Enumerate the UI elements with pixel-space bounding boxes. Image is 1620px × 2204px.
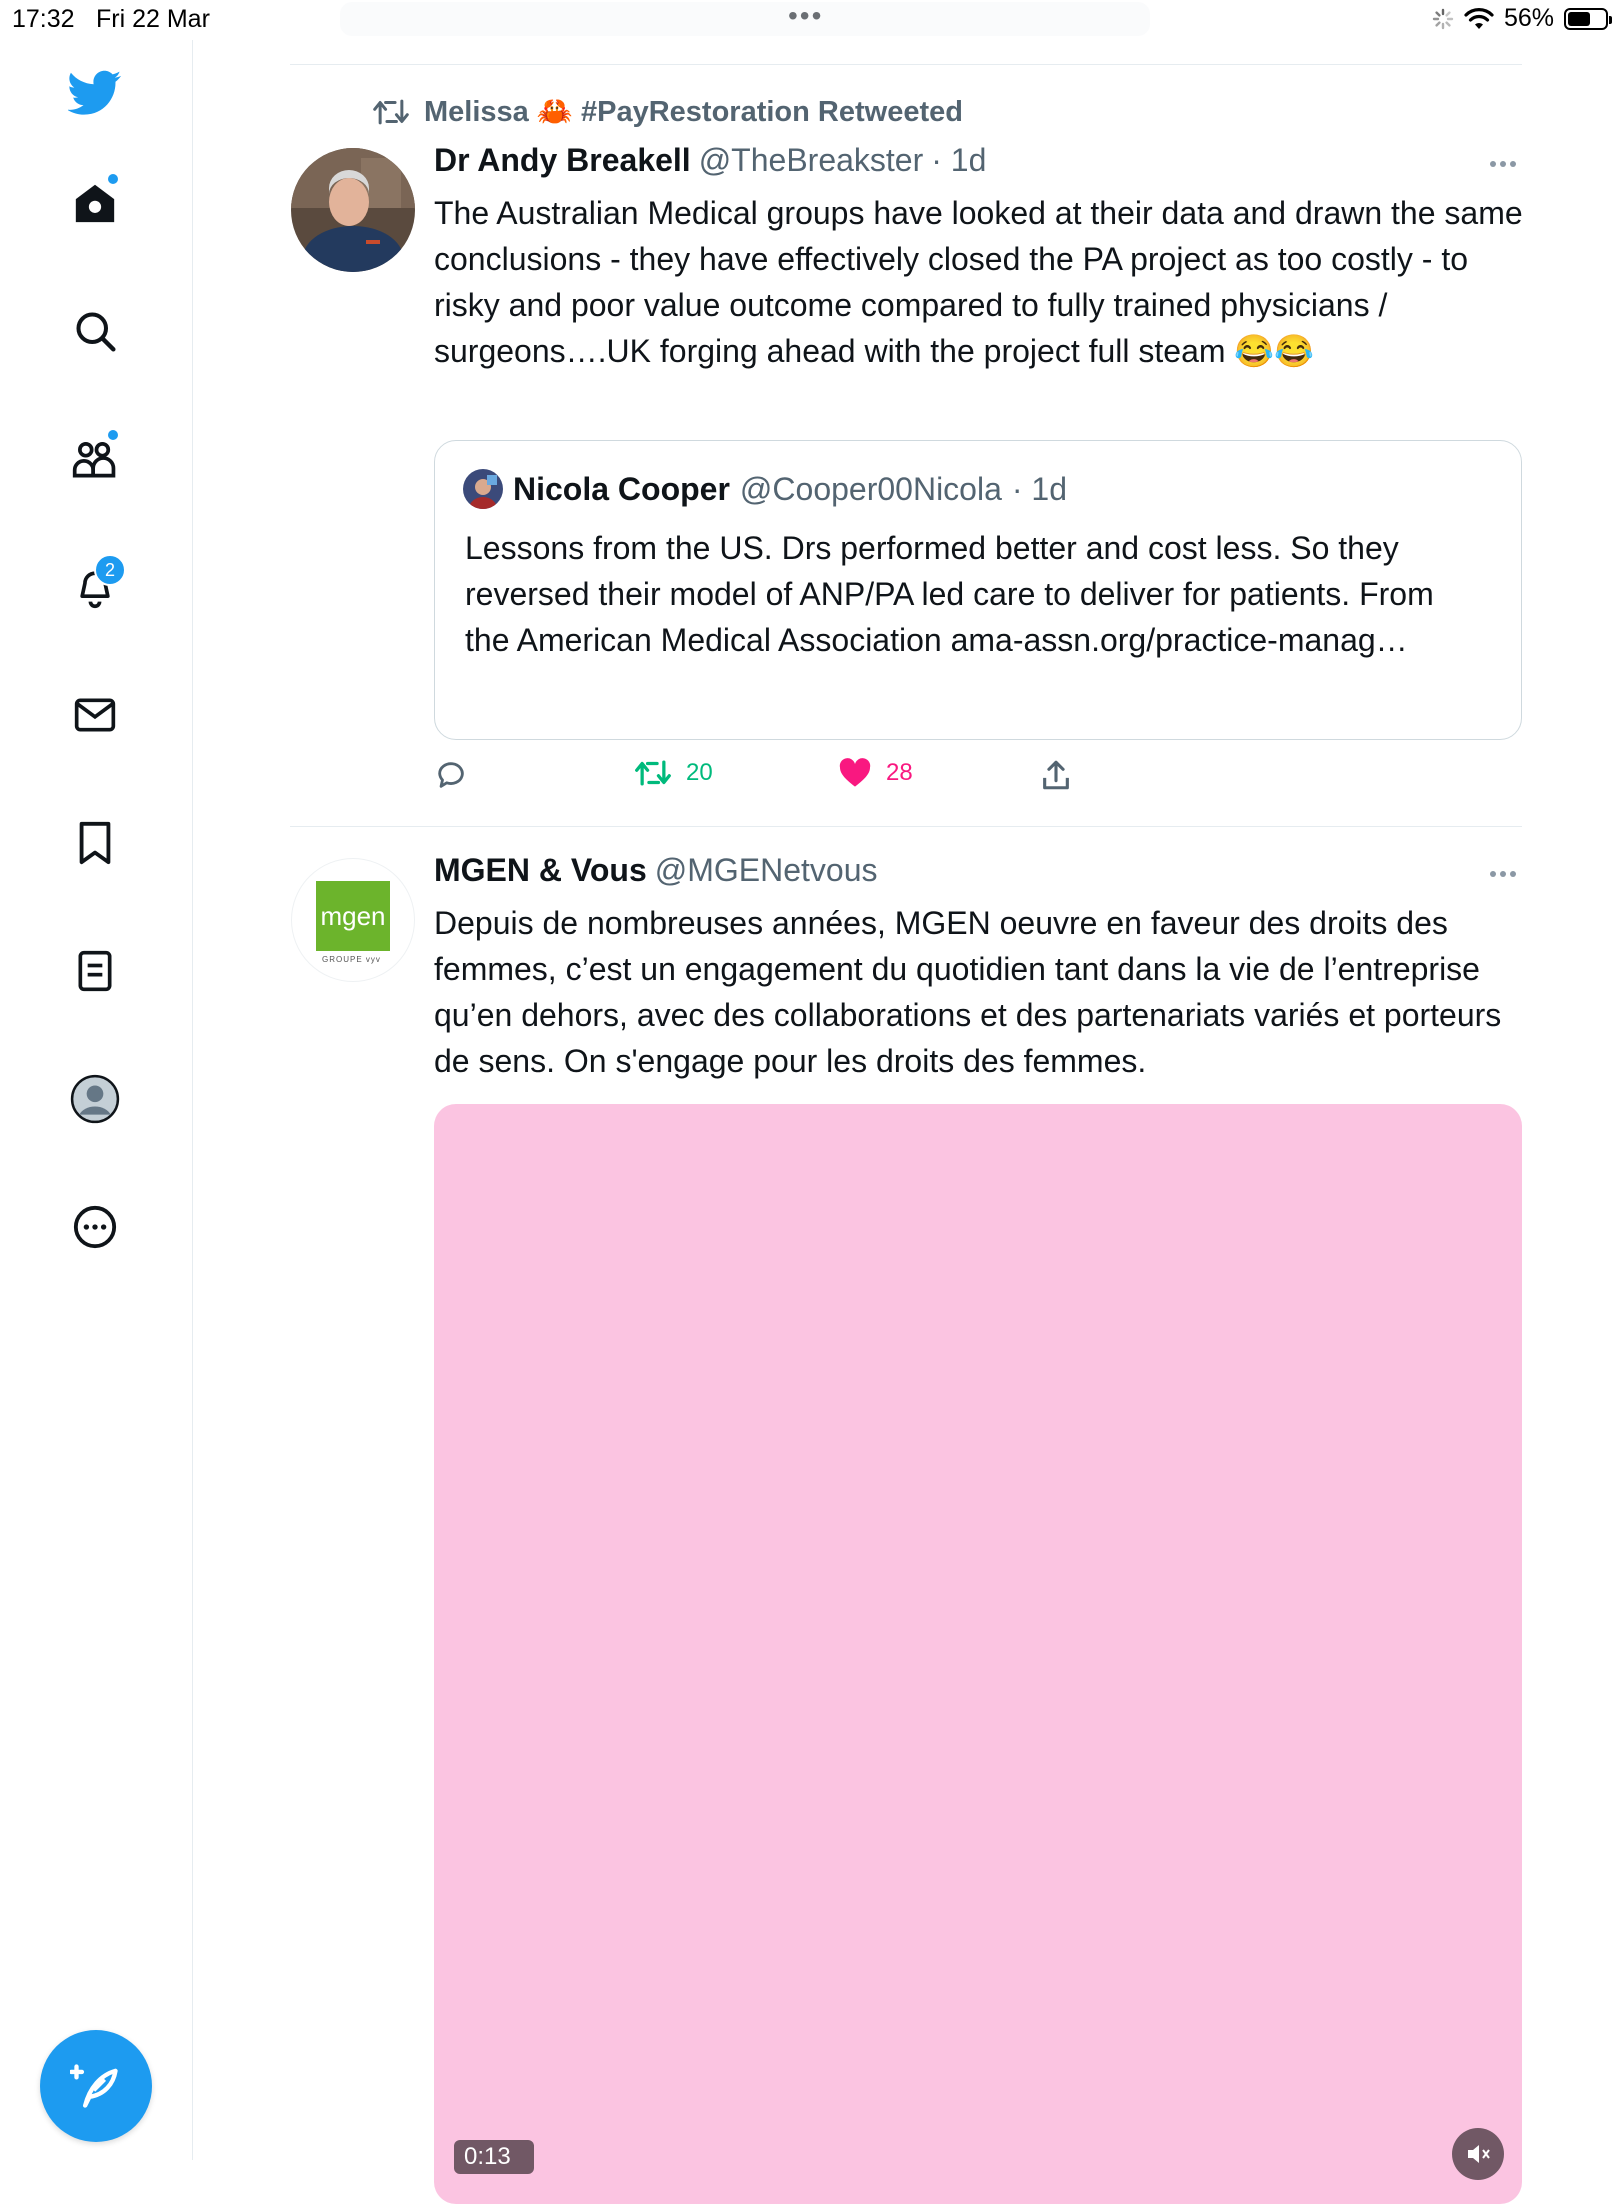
quote-author-name[interactable]: Nicola Cooper: [513, 471, 730, 508]
home-icon[interactable]: [66, 174, 124, 232]
retweet-icon: [635, 760, 671, 786]
multitasking-bar: [340, 2, 1150, 36]
avatar-mgen[interactable]: mgen GROUPE vyv: [291, 858, 415, 982]
mgen-logo-text: mgen: [320, 900, 386, 931]
tweet-timestamp[interactable]: · 1d: [931, 142, 986, 179]
speaker-muted-icon: [1468, 2145, 1490, 2163]
divider: [290, 826, 1522, 827]
share-icon: [1043, 760, 1069, 790]
tweet-author-handle[interactable]: @TheBreakster: [699, 142, 924, 179]
mute-button[interactable]: [1452, 2128, 1504, 2180]
retweet-button[interactable]: 20: [634, 758, 713, 788]
share-button[interactable]: [1040, 758, 1072, 792]
communities-unread-dot: [108, 430, 118, 440]
more-options-icon[interactable]: [66, 1198, 124, 1256]
heart-filled-icon: [839, 758, 871, 787]
tweet-more-options-icon[interactable]: [1490, 161, 1520, 167]
video-duration: 0:13: [454, 2140, 534, 2174]
battery-icon: [1564, 7, 1612, 30]
status-date: Fri 22 Mar: [96, 5, 210, 33]
status-time: 17:32: [12, 5, 75, 33]
quote-author-handle[interactable]: @Cooper00Nicola: [740, 471, 1002, 508]
compose-feather-icon: [70, 2064, 118, 2108]
tweet-text: Depuis de nombreuses années, MGEN oeuvre…: [434, 905, 1502, 1079]
like-count: 28: [886, 759, 913, 786]
quote-tweet[interactable]: Nicola Cooper @Cooper00Nicola · 1d Lesso…: [434, 440, 1522, 740]
sidebar: 2: [0, 40, 193, 2160]
tweet-video[interactable]: 0:13: [434, 1104, 1522, 2204]
like-button[interactable]: 28: [838, 758, 913, 788]
notifications-badge: 2: [94, 554, 126, 586]
loading-spinner-icon: [1432, 8, 1454, 29]
reply-button[interactable]: [434, 758, 468, 792]
messages-icon[interactable]: [66, 686, 124, 744]
avatar-andy-breakell[interactable]: [291, 148, 415, 272]
quote-timestamp[interactable]: · 1d: [1012, 471, 1067, 508]
battery-percent: 56%: [1503, 4, 1554, 32]
reply-icon: [438, 762, 464, 788]
retweet-small-icon: [373, 99, 409, 125]
multitasking-dots[interactable]: •••: [788, 0, 823, 32]
tweet-author-handle[interactable]: @MGENetvous: [655, 852, 878, 889]
lists-icon[interactable]: [66, 942, 124, 1000]
retweet-count: 20: [686, 759, 713, 786]
retweeted-by[interactable]: Melissa 🦀 #PayRestoration Retweeted: [372, 92, 963, 132]
mgen-logo: mgen: [316, 881, 390, 951]
quote-text: Lessons from the US. Drs performed bette…: [465, 530, 1434, 658]
tweet-author-name[interactable]: Dr Andy Breakell: [434, 142, 691, 179]
home-unread-dot: [108, 174, 118, 184]
profile-avatar-icon[interactable]: [66, 1070, 124, 1128]
divider: [290, 64, 1522, 65]
status-bar: 17:32 Fri 22 Mar ••• 56%: [0, 0, 1620, 40]
notifications-bell-icon[interactable]: 2: [66, 554, 126, 616]
twitter-logo-icon[interactable]: [66, 64, 124, 122]
bookmarks-icon[interactable]: [66, 814, 124, 872]
compose-tweet-button[interactable]: [40, 2030, 152, 2142]
wifi-icon: [1464, 7, 1494, 29]
tweet-more-options-icon[interactable]: [1490, 871, 1520, 877]
tweet-author-name[interactable]: MGEN & Vous: [434, 852, 647, 889]
avatar-nicola-cooper[interactable]: [463, 469, 503, 509]
search-icon[interactable]: [66, 302, 124, 360]
communities-icon[interactable]: [66, 430, 124, 488]
mgen-logo-subtext: GROUPE vyv: [322, 955, 381, 964]
tweet-text: The Australian Medical groups have looke…: [434, 195, 1523, 369]
retweeted-by-text: Melissa 🦀 #PayRestoration Retweeted: [424, 96, 963, 128]
tweet-actions: 20 28: [434, 758, 1524, 798]
